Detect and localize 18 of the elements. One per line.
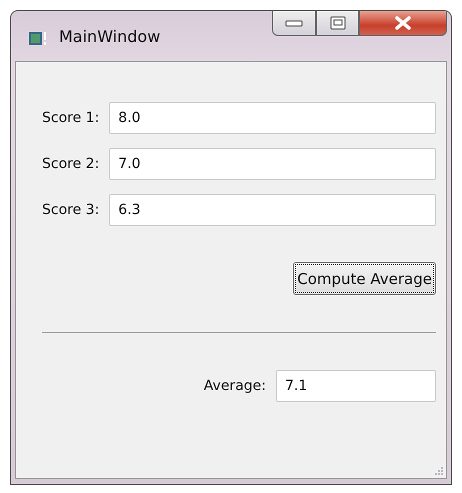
score-field[interactable]: 6.3 — [109, 194, 436, 226]
minimize-button[interactable] — [272, 11, 316, 36]
score-field[interactable]: 8.0 — [109, 102, 436, 134]
resize-grip-icon — [434, 466, 444, 476]
minimize-icon — [285, 18, 303, 28]
close-button[interactable] — [359, 11, 447, 36]
close-icon — [394, 16, 412, 30]
compute-average-button[interactable]: Compute Average — [293, 262, 436, 295]
average-field[interactable]: 7.1 — [276, 370, 436, 402]
maximize-icon — [330, 16, 346, 30]
maximize-button[interactable] — [316, 11, 359, 36]
score-label: Score 1: — [42, 110, 100, 126]
average-label: Average: — [204, 378, 266, 394]
window-icon — [29, 31, 49, 47]
score-label: Score 3: — [42, 202, 100, 218]
window-title: MainWindow — [59, 27, 160, 46]
score-label: Score 2: — [42, 156, 100, 172]
score-field[interactable]: 7.0 — [109, 148, 436, 180]
